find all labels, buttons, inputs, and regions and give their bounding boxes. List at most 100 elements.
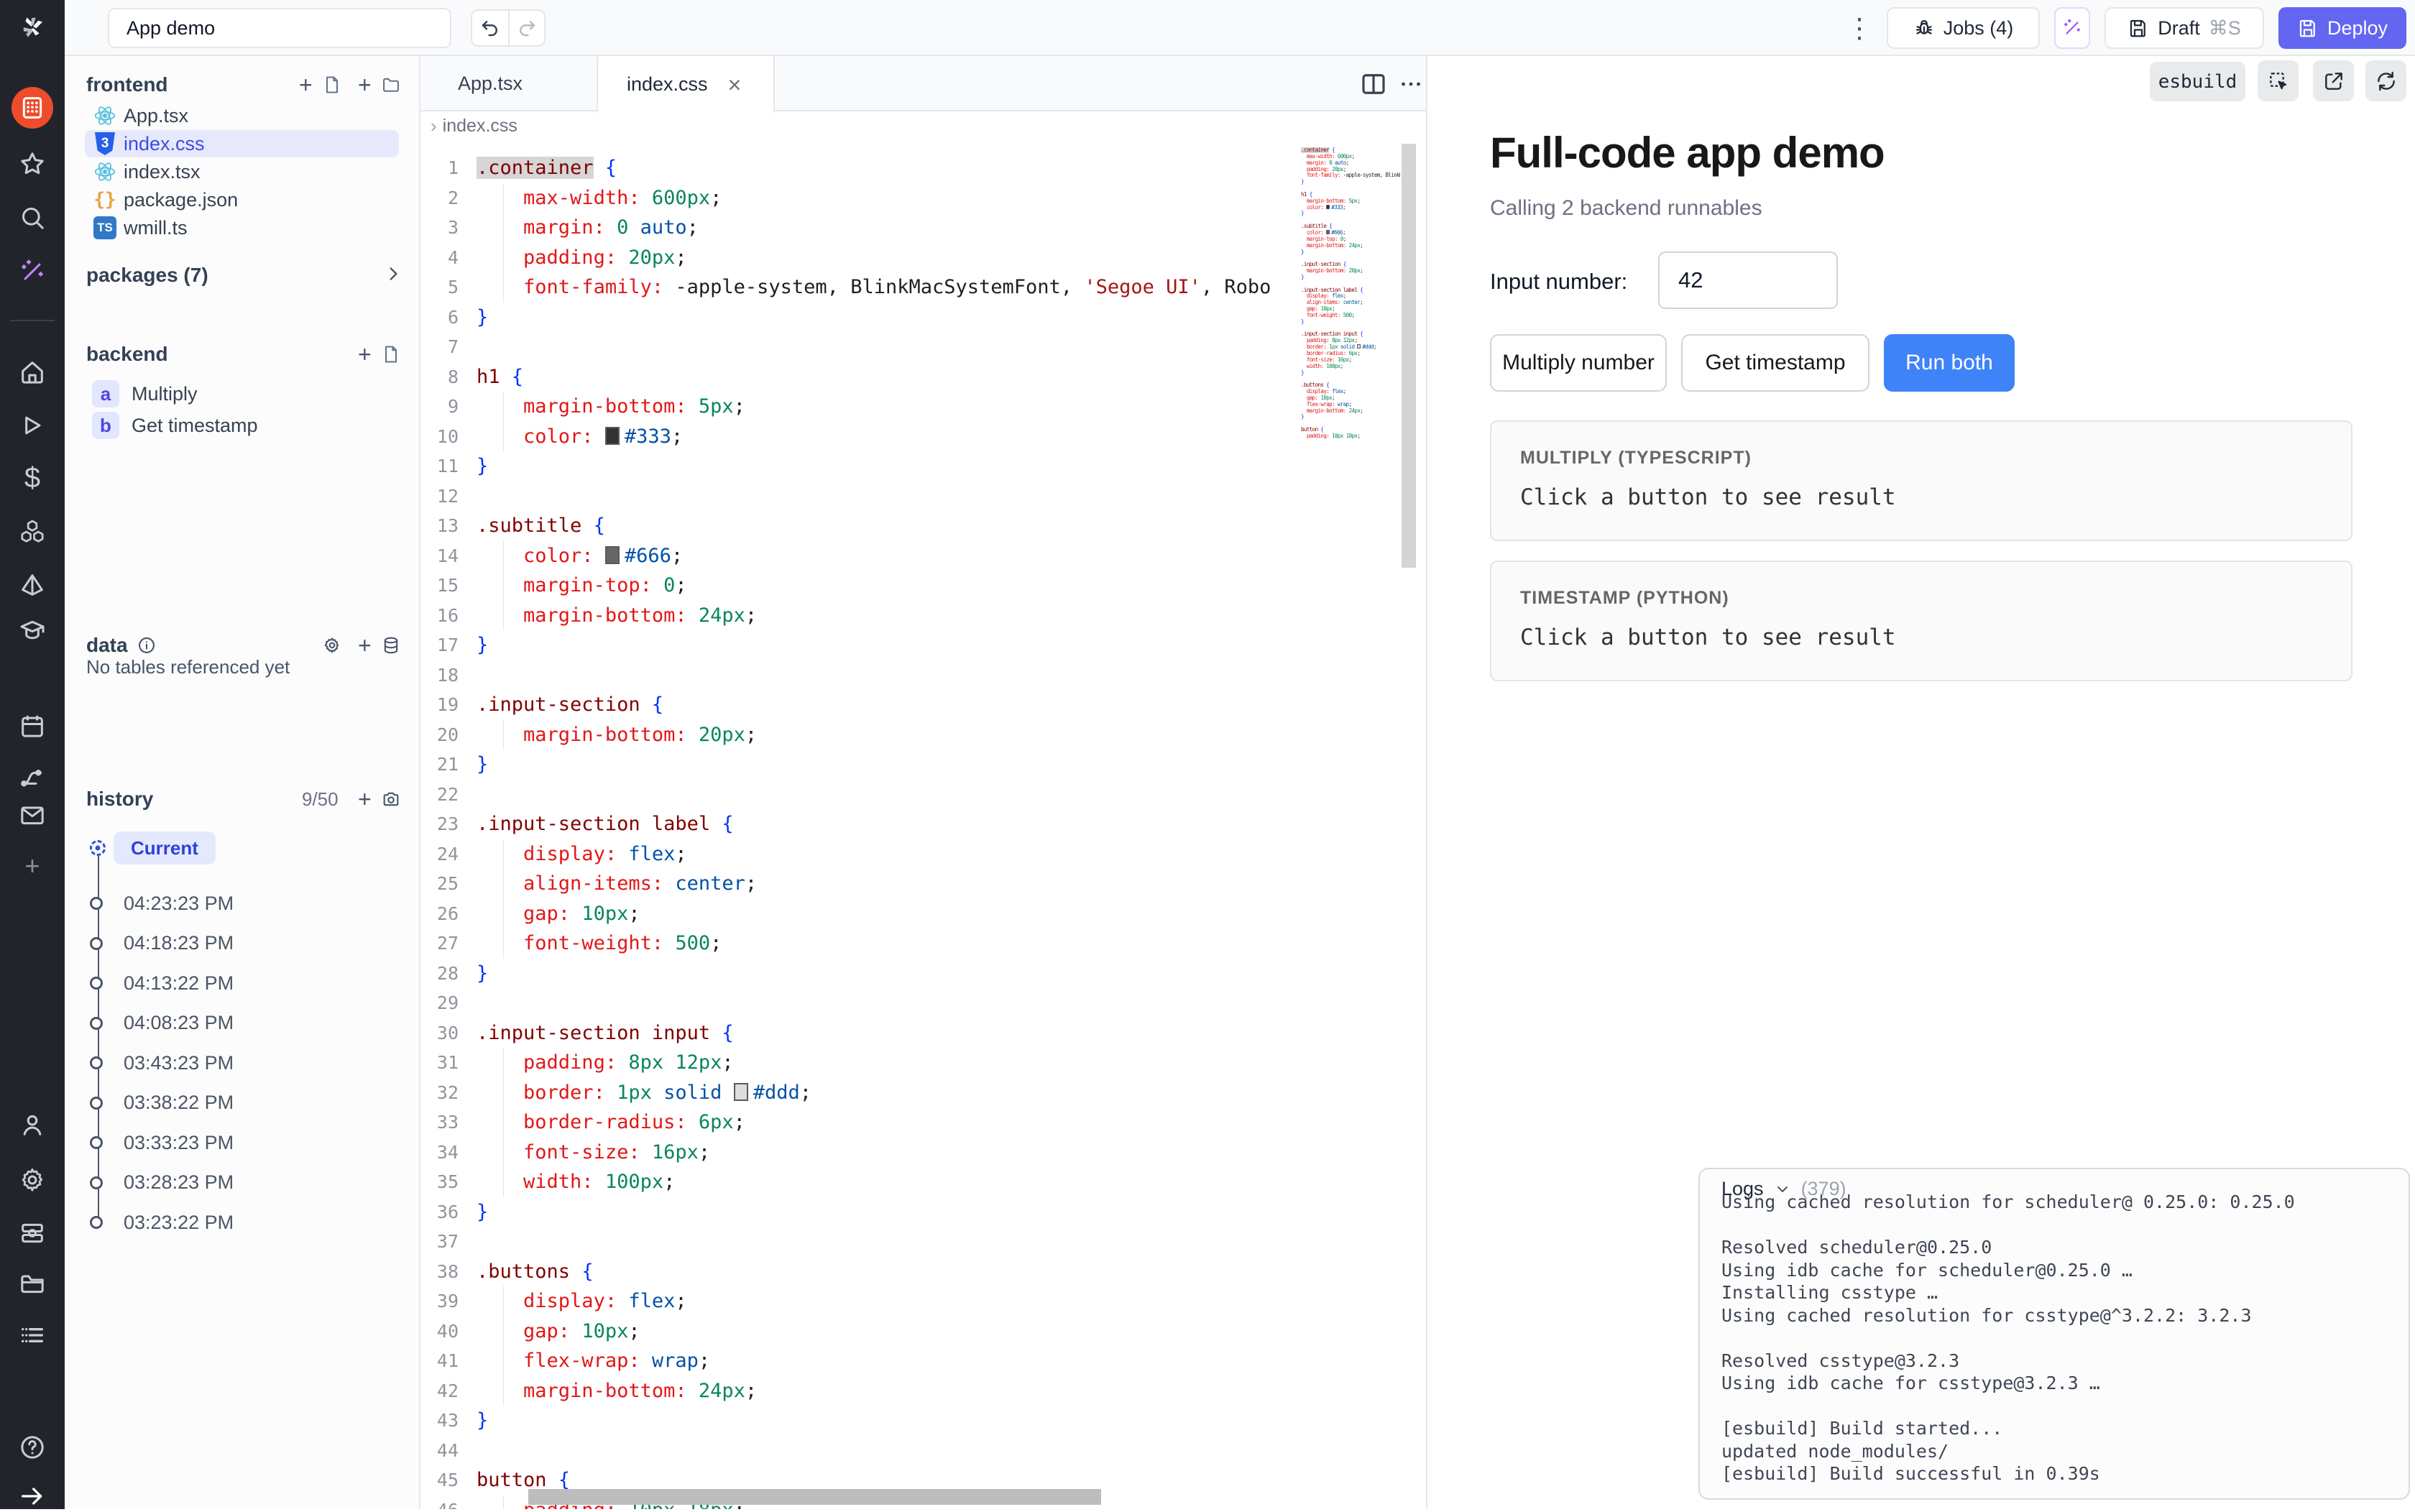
history-entry[interactable]: 03:43:23 PM xyxy=(65,1047,419,1079)
inspect-component-button[interactable] xyxy=(2258,60,2299,101)
log-lines: Using cached resolution for scheduler@ 0… xyxy=(1721,1191,2394,1498)
code-content[interactable]: 1.container {2 max-width: 600px;3 margin… xyxy=(420,141,1301,1509)
ai-wand-button[interactable] xyxy=(2054,7,2090,49)
history-entry[interactable]: 03:23:22 PM xyxy=(65,1207,419,1238)
schedules-icon[interactable] xyxy=(17,710,48,742)
refresh-button[interactable] xyxy=(2365,60,2406,101)
file-row-index-css[interactable]: 3 index.css xyxy=(65,129,419,158)
tab-index-css[interactable]: index.css × xyxy=(597,56,775,113)
prism-icon[interactable] xyxy=(17,569,48,601)
logs-list-icon[interactable] xyxy=(17,1319,48,1351)
history-entry[interactable]: 04:13:22 PM xyxy=(65,967,419,999)
history-entry[interactable]: 04:08:23 PM xyxy=(65,1008,419,1039)
log-line: updated node_modules/ xyxy=(1721,1440,2394,1463)
backend-item-get-timestamp[interactable]: b Get timestamp xyxy=(65,410,419,441)
open-external-button[interactable] xyxy=(2313,60,2354,101)
line-content: font-family: -apple-system, BlinkMacSyst… xyxy=(477,272,1301,303)
minimap[interactable]: .container { max-width: 600px; margin: 0… xyxy=(1301,147,1400,550)
vertical-scrollbar[interactable] xyxy=(1402,144,1416,568)
number-input[interactable] xyxy=(1658,252,1838,309)
result-card-timestamp: TIMESTAMP (PYTHON) Click a button to see… xyxy=(1490,561,2352,681)
run-both-button[interactable]: Run both xyxy=(1884,334,2015,392)
add-file-icon[interactable]: + xyxy=(299,72,313,98)
history-timestamp: 04:23:23 PM xyxy=(124,893,234,915)
add-folder-icon[interactable]: + xyxy=(358,72,372,98)
code-line: 33 border-radius: 6px; xyxy=(420,1107,1301,1138)
app-name-input[interactable] xyxy=(108,8,451,48)
routes-icon[interactable] xyxy=(17,762,48,793)
file-icon[interactable] xyxy=(322,75,342,95)
line-number: 18 xyxy=(420,660,477,691)
draft-button[interactable]: Draft ⌘S xyxy=(2104,7,2264,49)
add-snapshot-icon[interactable]: + xyxy=(358,786,372,813)
help-icon[interactable] xyxy=(17,1432,48,1463)
split-editor-icon[interactable] xyxy=(1358,69,1389,99)
get-timestamp-button[interactable]: Get timestamp xyxy=(1681,334,1869,392)
log-line xyxy=(1721,1214,2394,1237)
backend-item-multiply[interactable]: a Multiply xyxy=(65,378,419,410)
folders-icon[interactable] xyxy=(17,1268,48,1299)
current-version-badge[interactable]: Current xyxy=(114,831,216,865)
result-card-value: Click a button to see result xyxy=(1520,624,2322,650)
logs-header[interactable]: Logs (379) xyxy=(1721,1178,1846,1200)
multiply-number-button[interactable]: Multiply number xyxy=(1490,334,1667,392)
history-entry[interactable]: 03:33:23 PM xyxy=(65,1127,419,1158)
react-icon xyxy=(93,160,116,184)
tab-app-tsx[interactable]: App.tsx xyxy=(420,56,597,111)
mail-icon[interactable] xyxy=(17,799,48,831)
more-options-icon[interactable] xyxy=(1398,69,1424,99)
learn-icon[interactable] xyxy=(17,614,48,646)
code-editor[interactable]: › index.css 1.container {2 max-width: 60… xyxy=(420,111,1426,1509)
log-line: Resolved csstype@3.2.3 xyxy=(1721,1350,2394,1373)
workers-icon[interactable] xyxy=(17,1217,48,1249)
windmill-logo[interactable] xyxy=(17,11,48,43)
search-icon[interactable] xyxy=(17,202,48,234)
minimap-line: flex-wrap: wrap; xyxy=(1301,402,1400,408)
minimap-line: margin-bottom: 24px; xyxy=(1301,408,1400,415)
magic-wand-icon[interactable] xyxy=(17,256,48,287)
plus-icon[interactable]: + xyxy=(17,850,48,882)
star-icon[interactable] xyxy=(17,148,48,180)
deploy-button[interactable]: Deploy xyxy=(2278,7,2406,49)
line-number: 15 xyxy=(420,571,477,601)
chevron-right-icon xyxy=(384,264,402,287)
kebab-menu-icon[interactable]: ⋮ xyxy=(1846,0,1873,56)
packages-row[interactable]: packages (7) xyxy=(65,259,419,291)
minimap-line xyxy=(1301,255,1400,262)
file-row-index-tsx[interactable]: index.tsx xyxy=(65,157,419,186)
folder-icon[interactable] xyxy=(381,75,401,95)
resources-icon[interactable] xyxy=(17,516,48,548)
apps-icon[interactable] xyxy=(17,92,48,124)
close-tab-icon[interactable]: × xyxy=(728,73,742,96)
home-icon[interactable] xyxy=(17,356,48,388)
undo-button[interactable] xyxy=(472,11,508,45)
breadcrumb[interactable]: › index.css xyxy=(420,111,1426,141)
user-icon[interactable] xyxy=(17,1109,48,1140)
line-content: padding: 8px 12px; xyxy=(477,1048,1301,1078)
line-number: 20 xyxy=(420,720,477,750)
history-entry[interactable]: 04:23:23 PM xyxy=(65,888,419,919)
file-row-package-json[interactable]: {} package.json xyxy=(65,185,419,214)
horizontal-scrollbar[interactable] xyxy=(528,1489,1101,1505)
minimap-line xyxy=(1301,326,1400,332)
expand-sidebar-icon[interactable] xyxy=(17,1480,48,1512)
line-content xyxy=(477,1227,1301,1257)
settings-icon[interactable] xyxy=(17,1164,48,1196)
jobs-button[interactable]: Jobs (4) xyxy=(1887,7,2040,49)
history-entry[interactable]: 04:18:23 PM xyxy=(65,928,419,959)
history-entry[interactable]: 03:38:22 PM xyxy=(65,1087,419,1119)
file-icon[interactable] xyxy=(381,344,401,364)
camera-icon[interactable] xyxy=(381,789,401,809)
redo-button[interactable] xyxy=(508,11,544,45)
logs-panel[interactable]: Logs (379) Using cached resolution for s… xyxy=(1698,1168,2410,1500)
add-runnable-icon[interactable]: + xyxy=(358,341,372,368)
file-row-wmill-ts[interactable]: TS wmill.ts xyxy=(65,213,419,242)
variables-icon[interactable]: $ xyxy=(17,462,48,494)
run-icon[interactable] xyxy=(17,410,48,441)
code-line: 38.buttons { xyxy=(420,1257,1301,1287)
file-row-app-tsx[interactable]: App.tsx xyxy=(65,101,419,130)
minimap-line: .input-section label { xyxy=(1301,287,1400,294)
color-swatch xyxy=(605,427,620,445)
code-line: 43} xyxy=(420,1406,1301,1436)
history-entry[interactable]: 03:28:23 PM xyxy=(65,1167,419,1199)
